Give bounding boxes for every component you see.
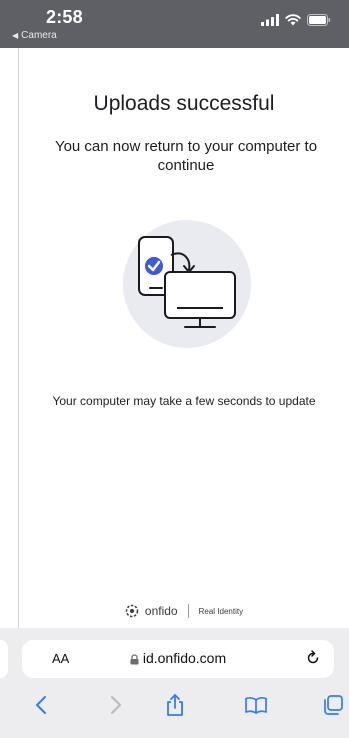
book-icon xyxy=(245,697,267,714)
lock-icon xyxy=(130,654,139,665)
signal-icon xyxy=(261,14,279,26)
back-button[interactable] xyxy=(24,688,58,722)
update-note: Your computer may take a few seconds to … xyxy=(52,394,316,408)
web-page: Uploads successful You can now return to… xyxy=(18,48,349,628)
browser-toolbar xyxy=(0,688,349,724)
back-app-label: Camera xyxy=(21,30,57,41)
phone-to-computer-illustration xyxy=(123,220,251,348)
back-to-app-link[interactable]: ◀ Camera xyxy=(12,30,57,41)
url-text: id.onfido.com xyxy=(142,650,227,666)
brand-divider xyxy=(187,604,189,618)
previous-tab-peek[interactable] xyxy=(0,640,8,678)
url-field[interactable]: id.onfido.com xyxy=(22,650,334,666)
address-bar[interactable]: AA id.onfido.com xyxy=(22,640,334,678)
tabs-button[interactable] xyxy=(316,688,349,722)
status-icons xyxy=(261,14,331,26)
forward-button[interactable] xyxy=(99,688,133,722)
onfido-logo-icon xyxy=(125,604,139,618)
status-time: 2:58 xyxy=(46,7,83,27)
share-icon xyxy=(167,694,183,716)
battery-icon xyxy=(307,14,331,26)
reload-icon[interactable] xyxy=(304,649,322,667)
page-subtitle: You can now return to your computer to c… xyxy=(54,138,318,174)
tabs-icon xyxy=(324,695,343,715)
wifi-icon xyxy=(285,14,301,26)
status-bar: 2:58 ◀ Camera xyxy=(0,0,349,48)
back-arrow-icon: ◀ xyxy=(12,31,19,40)
brand-name: onfido xyxy=(144,604,178,618)
share-button[interactable] xyxy=(158,688,192,722)
chevron-right-icon xyxy=(111,696,121,714)
onfido-brand: onfido Real Identity xyxy=(19,604,349,618)
chevron-left-icon xyxy=(36,696,46,714)
browser-bottom-bar: AA id.onfido.com xyxy=(0,628,349,738)
bookmarks-button[interactable] xyxy=(239,688,273,722)
page-title: Uploads successful xyxy=(93,92,275,115)
brand-tagline: Real Identity xyxy=(198,606,244,616)
